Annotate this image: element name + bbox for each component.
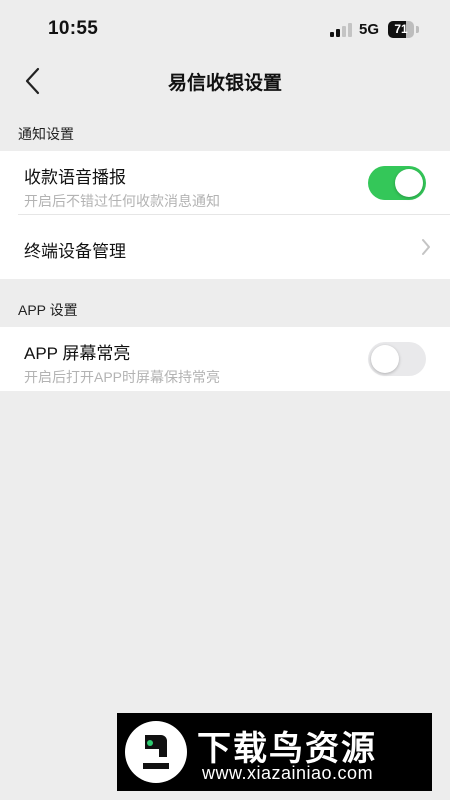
toggle-knob bbox=[395, 169, 423, 197]
battery-icon: 71 bbox=[388, 21, 420, 38]
row-payment-voice-title: 收款语音播报 bbox=[24, 168, 126, 187]
status-time: 10:55 bbox=[48, 18, 99, 39]
toggle-knob bbox=[371, 345, 399, 373]
bird-logo-icon bbox=[125, 721, 187, 783]
row-terminal-devices[interactable]: 终端设备管理 bbox=[0, 215, 450, 279]
row-payment-voice: 收款语音播报 开启后不错过任何收款消息通知 bbox=[0, 151, 450, 215]
nav-bar: 易信收银设置 bbox=[0, 58, 450, 104]
row-screen-always-on: APP 屏幕常亮 开启后打开APP时屏幕保持常亮 bbox=[0, 327, 450, 391]
row-terminal-devices-title: 终端设备管理 bbox=[24, 242, 126, 261]
section-header-notifications: 通知设置 bbox=[18, 126, 74, 142]
row-screen-always-on-title: APP 屏幕常亮 bbox=[24, 344, 131, 363]
network-type: 5G bbox=[359, 21, 380, 38]
battery-level: 71 bbox=[394, 22, 408, 36]
cellular-signal-icon bbox=[330, 23, 352, 37]
row-payment-voice-subtitle: 开启后不错过任何收款消息通知 bbox=[24, 193, 220, 209]
watermark-url: www.xiazainiao.com bbox=[202, 763, 374, 783]
section-header-app: APP 设置 bbox=[18, 302, 78, 318]
payment-voice-toggle[interactable] bbox=[368, 166, 426, 200]
notification-settings-group: 收款语音播报 开启后不错过任何收款消息通知 终端设备管理 bbox=[0, 151, 450, 279]
screen-always-on-toggle[interactable] bbox=[368, 342, 426, 376]
row-screen-always-on-subtitle: 开启后打开APP时屏幕保持常亮 bbox=[24, 369, 221, 385]
app-settings-group: APP 屏幕常亮 开启后打开APP时屏幕保持常亮 bbox=[0, 327, 450, 391]
watermark-banner: 下载鸟资源 www.xiazainiao.com bbox=[117, 713, 432, 791]
status-bar: 10:55 5G 71 bbox=[0, 0, 450, 58]
chevron-right-icon bbox=[422, 239, 430, 255]
page-title: 易信收银设置 bbox=[167, 73, 282, 94]
